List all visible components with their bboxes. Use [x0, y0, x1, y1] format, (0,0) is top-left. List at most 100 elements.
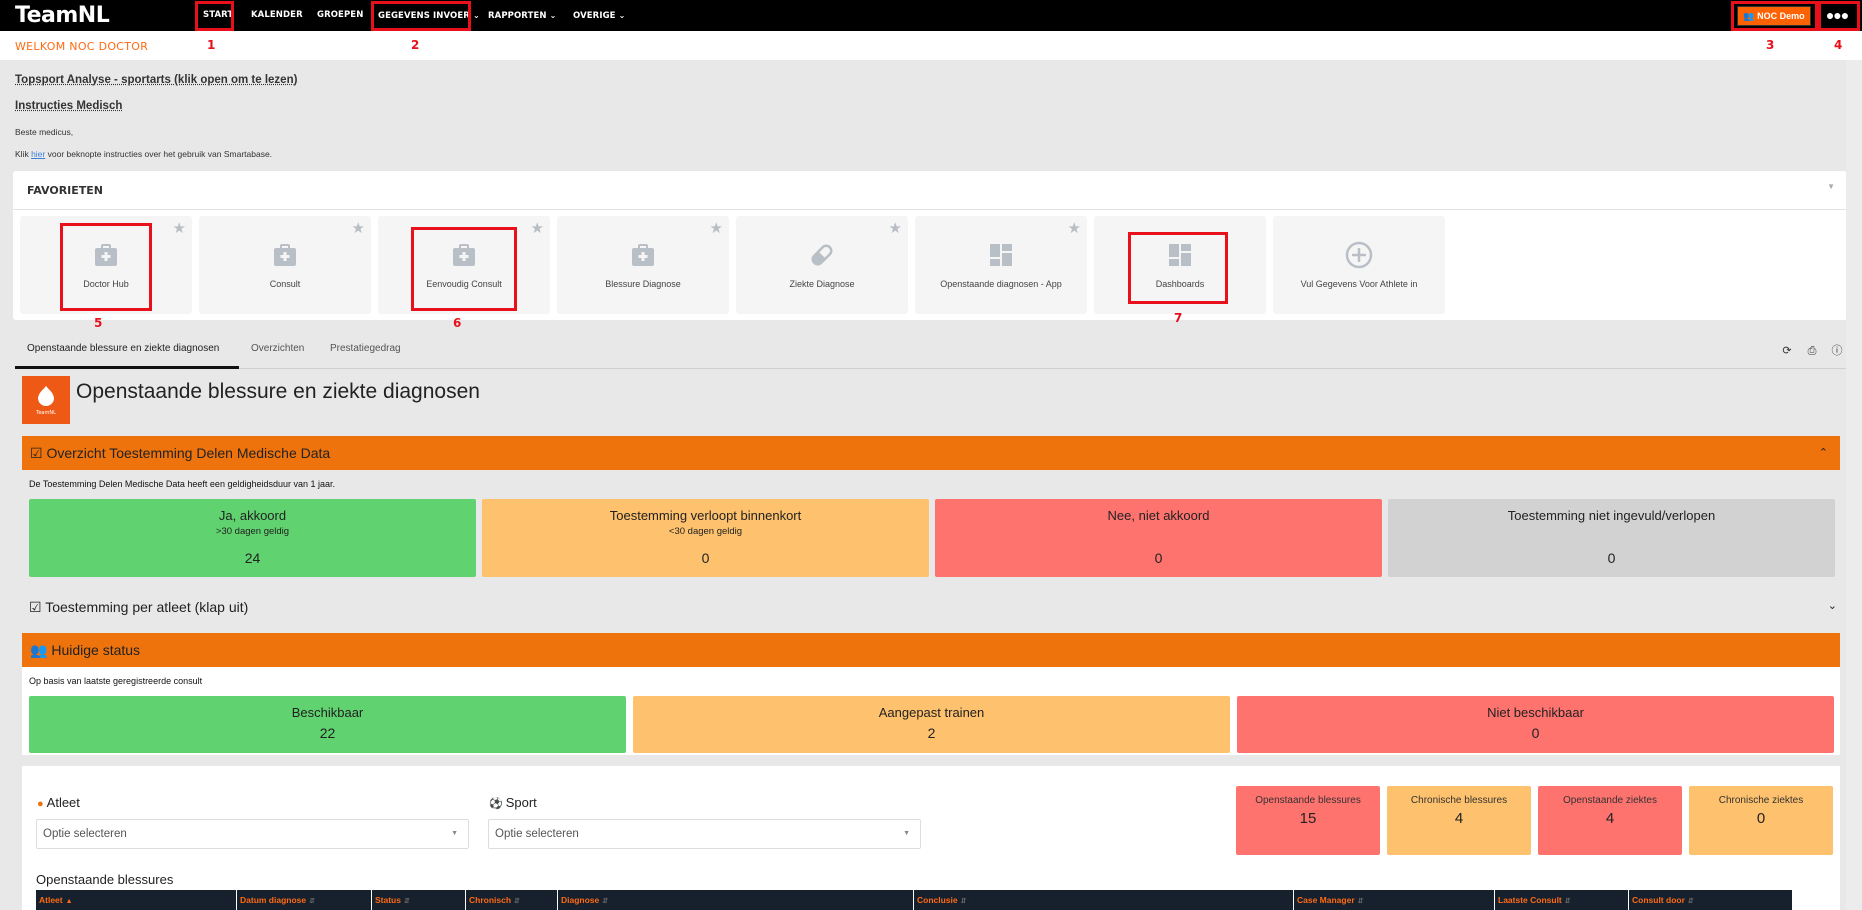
column-label: Laatste Consult	[1498, 895, 1562, 905]
athlete-select[interactable]: Optie selecteren ▼	[36, 819, 469, 849]
annotation-number-1: 1	[207, 38, 216, 52]
sort-asc-icon: ▲	[65, 898, 73, 905]
kpi-title: Openstaande ziektes	[1563, 795, 1657, 806]
chevron-up-icon[interactable]: ⌃	[1819, 436, 1828, 470]
caret-down-icon: ▼	[451, 830, 458, 837]
tab-overzichten[interactable]: Overzichten	[251, 337, 304, 369]
card-value: 0	[1531, 725, 1540, 741]
status-card-aangepast-trainen: Aangepast trainen 2	[633, 696, 1230, 753]
sport-select-placeholder: Optie selecteren	[495, 828, 579, 840]
consent-card-verloopt: Toestemming verloopt binnenkort <30 dage…	[482, 499, 929, 577]
nav-overige[interactable]: OVERIGE ⌄	[573, 0, 625, 31]
athlete-label-text: Atleet	[46, 795, 80, 810]
teamnl-logo[interactable]: TeamNL	[15, 3, 110, 28]
column-label: Status	[375, 895, 401, 905]
top-navbar: TeamNL START KALENDER GROEPEN GEGEVENS I…	[0, 0, 1862, 31]
chevron-down-icon[interactable]: ⌄	[1828, 599, 1837, 612]
consent-card-niet-akkoord: Nee, niet akkoord 0	[935, 499, 1382, 577]
info-icon[interactable]: ⓘ	[1827, 342, 1847, 358]
instructions-prefix: Klik	[15, 149, 32, 159]
star-icon[interactable]: ★	[352, 219, 365, 237]
column-header-diagnose[interactable]: Diagnose ⇵	[557, 890, 608, 910]
column-label: Diagnose	[561, 895, 600, 905]
tab-openstaande-diagnosen[interactable]: Openstaande blessure en ziekte diagnosen	[15, 337, 239, 369]
annotation-number-2: 2	[411, 38, 420, 52]
sport-label-text: Sport	[505, 795, 537, 810]
instructies-medisch-link[interactable]: Instructies Medisch	[15, 100, 122, 112]
favorite-tile-consult[interactable]: ★ Consult	[199, 216, 371, 314]
tab-prestatiegedrag[interactable]: Prestatiegedrag	[330, 337, 401, 369]
card-title: Ja, akkoord	[218, 508, 287, 523]
card-title: Toestemming niet ingevuld/verlopen	[1507, 508, 1716, 523]
column-label: Consult door	[1632, 895, 1685, 905]
athlete-filter-label: ● Atleet	[37, 795, 80, 810]
card-title: Niet beschikbaar	[1487, 705, 1584, 720]
teamnl-emblem: TeamNL	[22, 376, 70, 424]
refresh-icon[interactable]: ⟳	[1777, 344, 1797, 357]
star-icon[interactable]: ★	[710, 219, 723, 237]
kpi-chronische-blessures: Chronische blessures 4	[1387, 786, 1531, 855]
plus-circle-icon	[1345, 241, 1373, 269]
status-card-beschikbaar: Beschikbaar 22	[29, 696, 626, 753]
annotation-box-1	[195, 1, 234, 31]
nav-rapporten-label: RAPPORTEN	[488, 11, 547, 21]
star-icon[interactable]: ★	[889, 219, 902, 237]
star-icon[interactable]: ★	[1068, 219, 1081, 237]
annotation-number-3: 3	[1766, 38, 1775, 52]
card-title: Beschikbaar	[291, 705, 364, 720]
caret-down-icon: ▼	[903, 830, 910, 837]
favorite-tile-vul-gegevens[interactable]: Vul Gegevens Voor Athlete in	[1273, 216, 1445, 314]
tulip-logo-icon: TeamNL	[35, 386, 56, 416]
kpi-openstaande-ziektes: Openstaande ziektes 4	[1538, 786, 1682, 855]
consent-section-header[interactable]: ☑ Overzicht Toestemming Delen Medische D…	[22, 436, 1840, 470]
column-header-atleet[interactable]: Atleet ▲	[36, 890, 73, 910]
column-header-datum-diagnose[interactable]: Datum diagnose ⇵	[236, 890, 315, 910]
column-label: Chronisch	[469, 895, 512, 905]
kpi-value: 4	[1454, 810, 1464, 827]
sort-icon: ⇵	[602, 898, 609, 905]
instructions-link[interactable]: hier	[31, 149, 45, 159]
status-section-header[interactable]: 👥 Huidige status	[22, 633, 1840, 667]
column-header-consult-door[interactable]: Consult door ⇵	[1628, 890, 1694, 910]
kpi-title: Openstaande blessures	[1255, 795, 1361, 806]
annotation-box-4	[1818, 1, 1860, 31]
sort-icon: ⇵	[1687, 898, 1694, 905]
favorite-tile-ziekte-diagnose[interactable]: ★ Ziekte Diagnose	[736, 216, 908, 314]
star-icon[interactable]: ★	[173, 219, 186, 237]
ball-icon: ⚽	[489, 798, 503, 810]
medical-bag-icon	[632, 244, 654, 266]
welcome-bar: WELKOM NOC DOCTOR	[0, 31, 1862, 60]
sport-select[interactable]: Optie selecteren ▼	[488, 819, 921, 849]
status-note: Op basis van laatste geregistreerde cons…	[29, 676, 203, 686]
column-label: Case Manager	[1297, 895, 1355, 905]
favorite-tile-openstaande-diagnosen-app[interactable]: ★ Openstaande diagnosen - App	[915, 216, 1087, 314]
print-icon[interactable]: ⎙	[1802, 345, 1822, 358]
pill-icon	[811, 244, 833, 266]
dashboard-tabs: Openstaande blessure en ziekte diagnosen…	[15, 337, 1847, 369]
star-icon[interactable]: ★	[531, 219, 544, 237]
checkbox-icon: ☑	[29, 599, 42, 615]
annotation-number-6: 6	[453, 316, 462, 330]
topsport-analyse-link[interactable]: Topsport Analyse - sportarts (klik open …	[15, 74, 297, 86]
column-header-conclusie[interactable]: Conclusie ⇵	[913, 890, 967, 910]
sort-icon: ⇵	[403, 898, 410, 905]
sort-icon: ⇵	[309, 898, 315, 905]
favorite-tile-blessure-diagnose[interactable]: ★ Blessure Diagnose	[557, 216, 729, 314]
column-header-case-manager[interactable]: Case Manager ⇵	[1293, 890, 1364, 910]
card-subtitle: >30 dagen geldig	[215, 526, 290, 537]
sort-icon: ⇵	[1564, 898, 1571, 905]
page-scrollbar[interactable]	[1846, 60, 1862, 910]
nav-rapporten[interactable]: RAPPORTEN ⌄	[488, 0, 556, 31]
tile-label: Vul Gegevens Voor Athlete in	[1300, 279, 1418, 289]
column-header-laatste-consult[interactable]: Laatste Consult ⇵	[1494, 890, 1571, 910]
nav-kalender[interactable]: KALENDER	[251, 0, 303, 31]
collapse-caret-icon[interactable]: ▼	[1827, 182, 1835, 191]
consent-note: De Toestemming Delen Medische Data heeft…	[29, 479, 336, 489]
column-header-chronisch[interactable]: Chronisch ⇵	[465, 890, 520, 910]
column-header-status[interactable]: Status ⇵	[371, 890, 410, 910]
toestemming-per-atleet-toggle[interactable]: ☑ Toestemming per atleet (klap uit) ⌄	[29, 599, 1837, 619]
nav-groepen[interactable]: GROEPEN	[317, 0, 363, 31]
kpi-chronische-ziektes: Chronische ziektes 0	[1689, 786, 1833, 855]
favorites-header[interactable]: FAVORIETEN ▼	[13, 171, 1847, 210]
annotation-number-7: 7	[1174, 311, 1183, 325]
